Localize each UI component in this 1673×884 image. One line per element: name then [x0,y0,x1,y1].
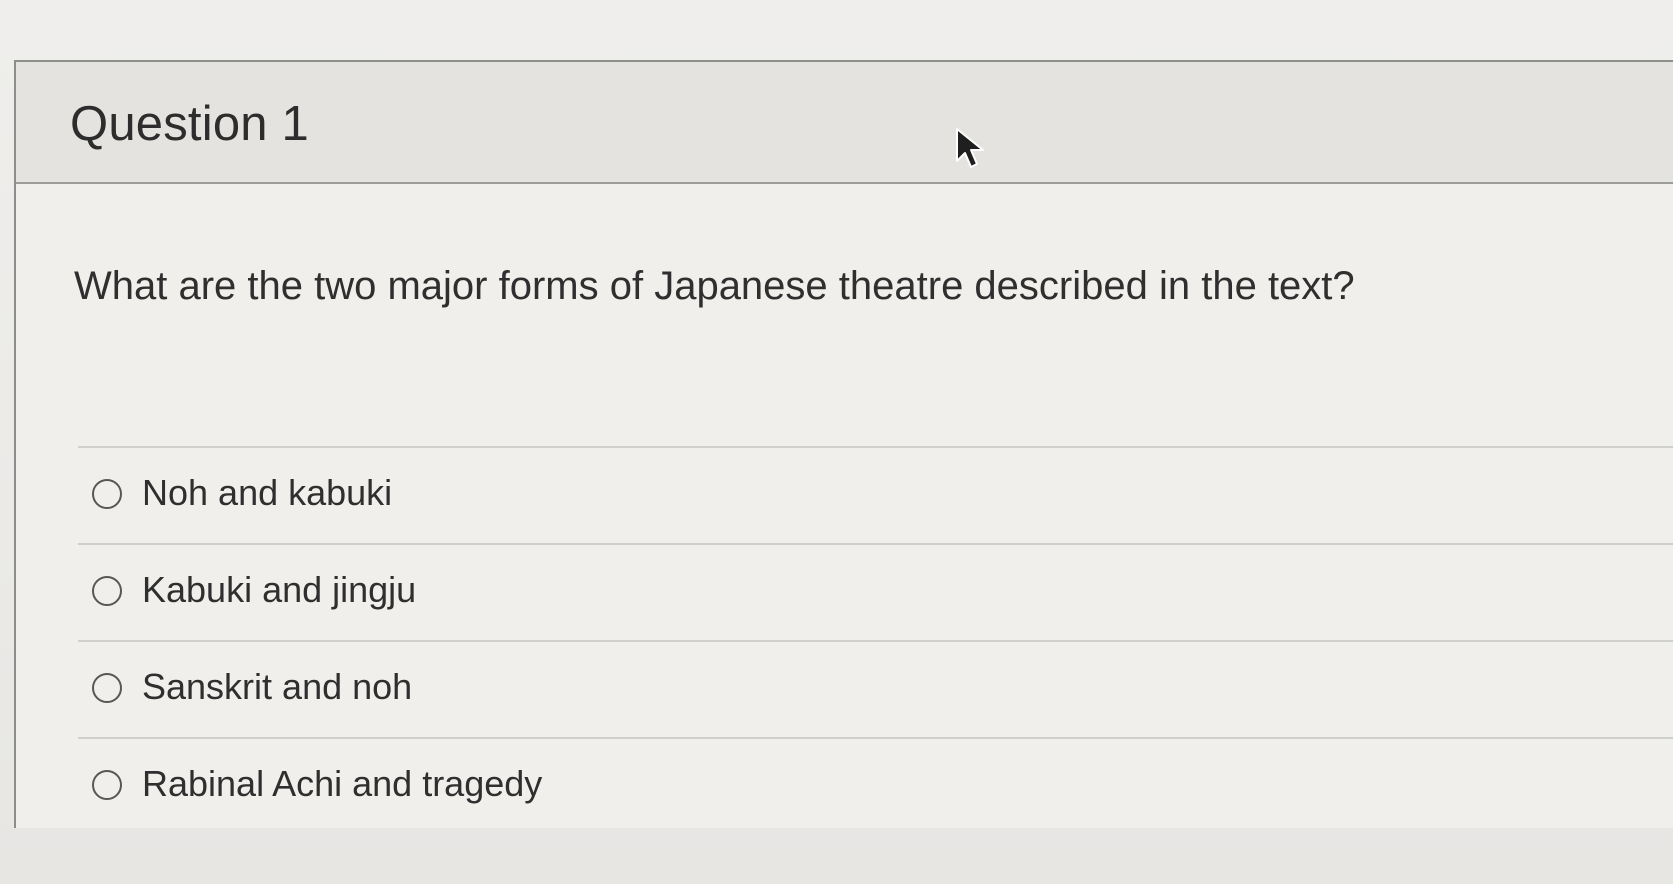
radio-button[interactable] [92,673,122,703]
answer-option[interactable]: Sanskrit and noh [78,640,1673,737]
answer-option[interactable]: Kabuki and jingju [78,543,1673,640]
answer-option[interactable]: Noh and kabuki [78,446,1673,543]
quiz-page: Question 1 What are the two major forms … [0,0,1673,884]
radio-button[interactable] [92,770,122,800]
question-body: What are the two major forms of Japanese… [16,184,1673,828]
question-title: Question 1 [70,97,309,151]
answer-label[interactable]: Rabinal Achi and tragedy [142,763,542,805]
radio-button[interactable] [92,576,122,606]
question-card: Question 1 What are the two major forms … [14,60,1673,828]
question-prompt: What are the two major forms of Japanese… [74,264,1355,308]
answer-label[interactable]: Sanskrit and noh [142,666,412,708]
question-header: Question 1 [16,62,1673,184]
answer-label[interactable]: Noh and kabuki [142,472,392,514]
answer-label[interactable]: Kabuki and jingju [142,569,416,611]
answer-options-list: Noh and kabuki Kabuki and jingju Sanskri… [78,446,1673,834]
answer-option[interactable]: Rabinal Achi and tragedy [78,737,1673,834]
radio-button[interactable] [92,479,122,509]
mouse-pointer-icon [956,128,984,168]
